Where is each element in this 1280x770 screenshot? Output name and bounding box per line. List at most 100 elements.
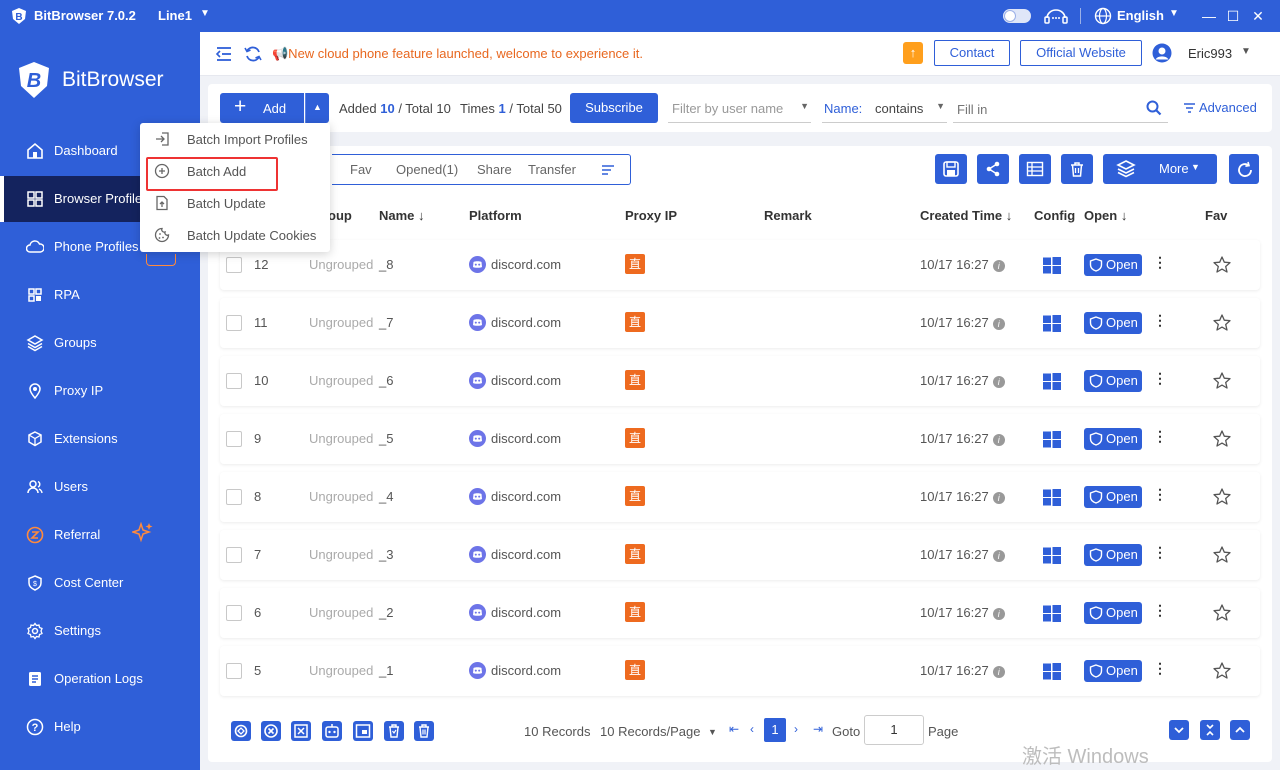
customer-service-icon[interactable] <box>1044 6 1068 26</box>
menu-item-batch-update-cookies[interactable]: Batch Update Cookies <box>140 219 330 251</box>
goto-page-input[interactable]: 1 <box>864 715 924 745</box>
page-size-select[interactable]: 10 Records/Page <box>600 724 700 739</box>
username[interactable]: Eric993 <box>1188 46 1232 61</box>
more-options-icon[interactable]: ⋮ <box>1153 370 1167 387</box>
table-row[interactable]: 10 Ungrouped _6 discord.com 直 10/17 16:27 i Ope… <box>220 356 1260 406</box>
menu-item-batch-import-profiles[interactable]: Batch Import Profiles <box>140 123 330 155</box>
subscribe-button[interactable]: Subscribe <box>570 93 658 123</box>
row-checkbox[interactable] <box>226 257 242 273</box>
table-row[interactable]: 11 Ungrouped _7 discord.com 直 10/17 16:27 i Ope… <box>220 298 1260 348</box>
more-button[interactable]: More ▼ <box>1103 154 1217 184</box>
sidebar-item-cost-center[interactable]: $ Cost Center <box>0 560 200 606</box>
open-profile-button[interactable]: Open <box>1084 312 1142 334</box>
last-page-icon[interactable]: ⇥ <box>813 722 823 736</box>
sidebar-item-rpa[interactable]: RPA <box>0 272 200 318</box>
star-icon[interactable] <box>1212 603 1232 623</box>
add-button[interactable]: + Add <box>220 93 304 123</box>
language-selector[interactable]: English <box>1117 8 1164 23</box>
more-options-icon[interactable]: ⋮ <box>1153 312 1167 329</box>
column-header-group[interactable]: oup <box>328 208 352 223</box>
table-row[interactable]: 6 Ungrouped _2 discord.com 直 10/17 16:27 i Open… <box>220 588 1260 638</box>
more-options-icon[interactable]: ⋮ <box>1153 660 1167 677</box>
info-icon[interactable]: i <box>992 260 1005 272</box>
column-header-created-time[interactable]: Created Time ↓ <box>920 208 1012 223</box>
sidebar-item-extensions[interactable]: Extensions <box>0 416 200 462</box>
star-icon[interactable] <box>1212 661 1232 681</box>
info-icon[interactable]: i <box>992 318 1005 330</box>
open-profile-button[interactable]: Open <box>1084 428 1142 450</box>
page-size-caret-icon[interactable]: ▼ <box>708 727 717 737</box>
batch-open-icon[interactable] <box>230 720 252 742</box>
collapse-menu-icon[interactable] <box>214 44 234 64</box>
sidebar-item-settings[interactable]: Settings <box>0 608 200 654</box>
row-checkbox[interactable] <box>226 315 242 331</box>
close-button[interactable]: ✕ <box>1248 6 1268 26</box>
column-header-name[interactable]: Name ↓ <box>379 208 425 223</box>
globe-icon[interactable] <box>1094 7 1112 25</box>
field-match-select[interactable]: Name: contains ▼ <box>822 95 947 123</box>
prev-page-icon[interactable]: ‹ <box>750 722 754 736</box>
info-icon[interactable]: i <box>992 492 1005 504</box>
user-filter-select[interactable]: Filter by user name ▼ <box>668 95 811 123</box>
official-website-button[interactable]: Official Website <box>1020 40 1142 66</box>
row-checkbox[interactable] <box>226 605 242 621</box>
open-profile-button[interactable]: Open <box>1084 370 1142 392</box>
info-icon[interactable]: i <box>992 666 1005 678</box>
batch-window-icon[interactable] <box>352 720 374 742</box>
star-icon[interactable] <box>1212 487 1232 507</box>
sidebar-item-proxy-ip[interactable]: Proxy IP <box>0 368 200 414</box>
theme-toggle[interactable] <box>1003 9 1031 23</box>
add-dropdown-button[interactable]: ▲ <box>305 93 329 123</box>
table-row[interactable]: 12 Ungrouped _8 discord.com 直 10/17 16:27 i Ope… <box>220 240 1260 290</box>
share-button[interactable] <box>977 154 1009 184</box>
row-checkbox[interactable] <box>226 547 242 563</box>
search-icon[interactable] <box>1146 100 1162 116</box>
open-profile-button[interactable]: Open <box>1084 254 1142 276</box>
batch-bot-icon[interactable] <box>321 720 343 742</box>
refresh-list-button[interactable] <box>1229 154 1259 184</box>
sidebar-item-help[interactable]: ? Help <box>0 704 200 750</box>
open-profile-button[interactable]: Open <box>1084 660 1142 682</box>
menu-item-batch-update[interactable]: Batch Update <box>140 187 330 219</box>
contact-button[interactable]: Contact <box>934 40 1010 66</box>
user-caret-icon[interactable]: ▼ <box>1241 46 1251 57</box>
row-checkbox[interactable] <box>226 373 242 389</box>
info-icon[interactable]: i <box>992 434 1005 446</box>
row-checkbox[interactable] <box>226 431 242 447</box>
more-options-icon[interactable]: ⋮ <box>1153 544 1167 561</box>
line-caret-icon[interactable]: ▼ <box>200 8 210 19</box>
scroll-down-button[interactable] <box>1169 720 1189 740</box>
star-icon[interactable] <box>1212 545 1232 565</box>
info-icon[interactable]: i <box>992 550 1005 562</box>
more-options-icon[interactable]: ⋮ <box>1153 254 1167 271</box>
next-page-icon[interactable]: › <box>794 722 798 736</box>
save-profile-button[interactable] <box>935 154 967 184</box>
tab-opened[interactable]: Opened(1) <box>396 162 458 177</box>
announcement-text[interactable]: 📢New cloud phone feature launched, welco… <box>272 46 643 62</box>
sort-icon[interactable] <box>600 162 616 178</box>
table-row[interactable]: 9 Ungrouped _5 discord.com 直 10/17 16:27 i Open… <box>220 414 1260 464</box>
list-view-button[interactable] <box>1019 154 1051 184</box>
open-profile-button[interactable]: Open <box>1084 602 1142 624</box>
tab-share[interactable]: Share <box>477 162 512 177</box>
more-options-icon[interactable]: ⋮ <box>1153 602 1167 619</box>
row-checkbox[interactable] <box>226 489 242 505</box>
scroll-up-button[interactable] <box>1230 720 1250 740</box>
first-page-icon[interactable]: ⇤ <box>729 722 739 736</box>
avatar-icon[interactable] <box>1152 43 1172 63</box>
star-icon[interactable] <box>1212 429 1232 449</box>
current-page[interactable]: 1 <box>764 718 786 742</box>
upgrade-icon[interactable]: ↑ <box>903 42 923 64</box>
more-options-icon[interactable]: ⋮ <box>1153 486 1167 503</box>
info-icon[interactable]: i <box>992 376 1005 388</box>
collapse-button[interactable] <box>1200 720 1220 740</box>
open-profile-button[interactable]: Open <box>1084 544 1142 566</box>
refresh-icon[interactable] <box>243 44 263 64</box>
star-icon[interactable] <box>1212 313 1232 333</box>
row-checkbox[interactable] <box>226 663 242 679</box>
batch-recycle-icon[interactable] <box>383 720 405 742</box>
tab-fav[interactable]: Fav <box>350 162 372 177</box>
delete-button[interactable] <box>1061 154 1093 184</box>
tab-transfer[interactable]: Transfer <box>528 162 576 177</box>
maximize-button[interactable]: ☐ <box>1223 6 1243 26</box>
